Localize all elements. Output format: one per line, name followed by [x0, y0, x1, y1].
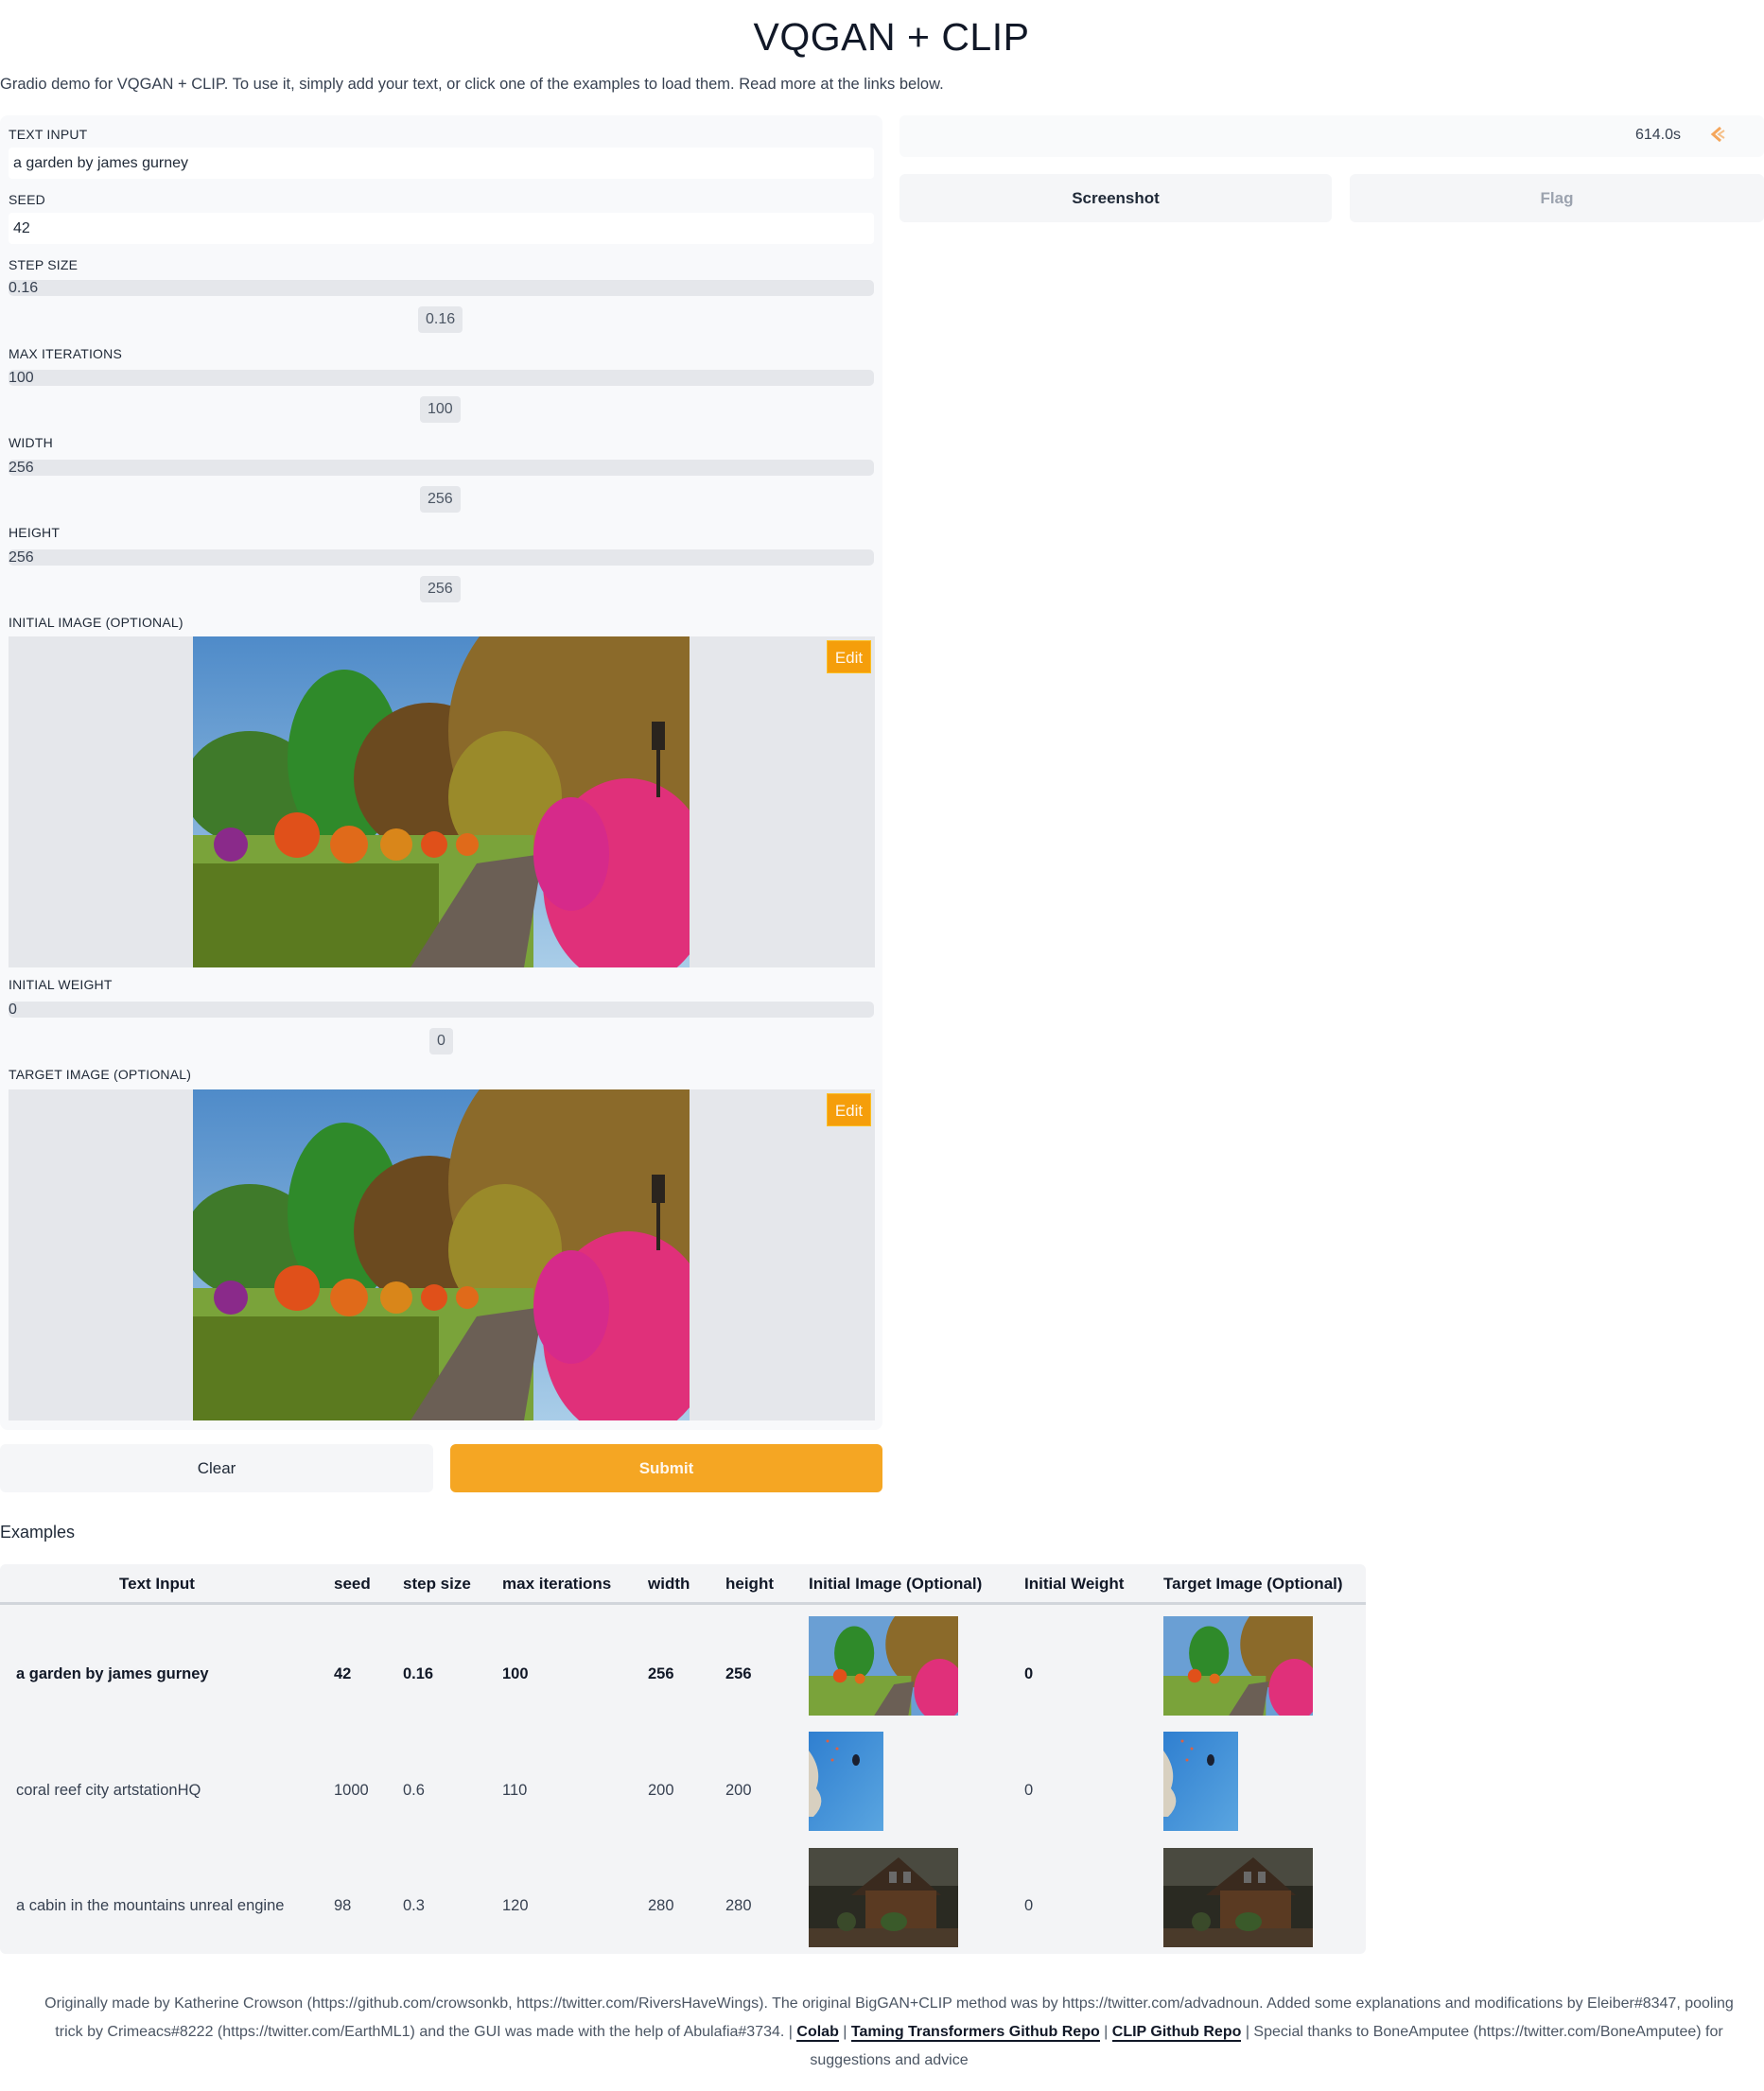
colab-link[interactable]: Colab: [796, 2024, 839, 2042]
garden-thumbnail: [1163, 1616, 1313, 1716]
cell-initial-weight: 0: [1024, 1665, 1034, 1682]
page-description: Gradio demo for VQGAN + CLIP. To use it,…: [0, 76, 944, 93]
garden-photo: [193, 636, 690, 967]
cell-text-input: coral reef city artstationHQ: [16, 1782, 201, 1799]
cell-max-iterations: 100: [502, 1665, 529, 1682]
garden-photo: [193, 1089, 690, 1420]
initial-weight-slider[interactable]: 0: [9, 1002, 874, 1018]
target-image-upload[interactable]: Edit: [9, 1089, 875, 1420]
examples-heading: Examples: [0, 1523, 76, 1542]
initial-weight-number[interactable]: 0: [429, 1028, 453, 1054]
page-title: VQGAN + CLIP: [753, 15, 1030, 59]
examples-table-header: Text Input seed step size max iterations…: [0, 1564, 1366, 1605]
seed-label: SEED: [9, 192, 45, 207]
cell-seed: 42: [334, 1665, 352, 1682]
col-header-height: height: [725, 1575, 774, 1593]
thumb-target-image: [1163, 1732, 1238, 1831]
initial-image-label: INITIAL IMAGE (OPTIONAL): [9, 615, 183, 630]
width-number[interactable]: 256: [420, 486, 461, 513]
cell-step-size: 0.6: [403, 1782, 425, 1799]
elapsed-timer: 614.0s: [1634, 127, 1681, 143]
clip-repo-link[interactable]: CLIP Github Repo: [1111, 2024, 1242, 2042]
text-input-field[interactable]: a garden by james gurney: [9, 148, 874, 179]
col-header-seed: seed: [334, 1575, 371, 1593]
col-header-step-size: step size: [403, 1575, 471, 1593]
cell-initial-weight: 0: [1024, 1897, 1034, 1914]
cell-text-input: a cabin in the mountains unreal engine: [16, 1897, 285, 1914]
target-image-preview: [193, 1089, 690, 1420]
col-header-width: width: [648, 1575, 690, 1593]
col-header-text-input: Text Input: [119, 1575, 195, 1593]
cell-height: 200: [725, 1782, 752, 1799]
max-iterations-slider-value: 100: [9, 370, 34, 386]
thumb-initial-image: [809, 1732, 883, 1831]
cell-width: 280: [648, 1897, 674, 1914]
step-size-label: STEP SIZE: [9, 257, 79, 272]
initial-weight-slider-value: 0: [9, 1002, 17, 1018]
cell-width: 200: [648, 1782, 674, 1799]
cell-step-size: 0.3: [403, 1897, 425, 1914]
submit-button[interactable]: Submit: [450, 1444, 882, 1492]
initial-weight-label: INITIAL WEIGHT: [9, 977, 113, 992]
input-panel: TEXT INPUT a garden by james gurney SEED…: [0, 115, 882, 1430]
cell-height: 256: [725, 1665, 752, 1682]
footer-separator: |: [1099, 2024, 1112, 2040]
step-size-slider[interactable]: 0.16: [9, 280, 874, 296]
cell-seed: 98: [334, 1897, 352, 1914]
height-number[interactable]: 256: [420, 576, 461, 602]
output-status: 614.0s: [899, 115, 1764, 157]
height-slider-value: 256: [9, 549, 34, 566]
initial-image-upload[interactable]: Edit: [9, 636, 875, 967]
cell-initial-weight: 0: [1024, 1782, 1034, 1799]
clear-button[interactable]: Clear: [0, 1444, 433, 1492]
seed-field[interactable]: 42: [9, 213, 874, 244]
cell-height: 280: [725, 1897, 752, 1914]
step-size-number[interactable]: 0.16: [418, 306, 463, 333]
width-label: WIDTH: [9, 435, 53, 450]
thumb-target-image: [1163, 1848, 1313, 1947]
cabin-thumbnail: [1163, 1848, 1313, 1947]
cell-max-iterations: 110: [502, 1782, 528, 1799]
step-size-slider-value: 0.16: [9, 280, 39, 296]
max-iterations-slider[interactable]: 100: [9, 370, 874, 386]
width-slider[interactable]: 256: [9, 460, 874, 476]
width-slider-value: 256: [9, 460, 34, 476]
height-slider[interactable]: 256: [9, 549, 874, 566]
taming-transformers-link[interactable]: Taming Transformers Github Repo: [850, 2024, 1100, 2042]
max-iterations-label: MAX ITERATIONS: [9, 346, 122, 361]
cell-width: 256: [648, 1665, 674, 1682]
garden-thumbnail: [809, 1616, 958, 1716]
thumb-initial-image: [809, 1848, 958, 1947]
target-image-edit-button[interactable]: Edit: [827, 1093, 871, 1126]
cell-step-size: 0.16: [403, 1665, 434, 1682]
max-iterations-number[interactable]: 100: [420, 396, 461, 423]
target-image-label: TARGET IMAGE (OPTIONAL): [9, 1067, 192, 1082]
cell-text-input: a garden by james gurney: [16, 1665, 209, 1682]
flag-button[interactable]: Flag: [1350, 174, 1764, 222]
col-header-target-image: Target Image (Optional): [1163, 1575, 1343, 1593]
text-input-label: TEXT INPUT: [9, 127, 88, 142]
cell-seed: 1000: [334, 1782, 369, 1799]
loading-spinner-icon: [1710, 126, 1725, 143]
coral-reef-thumbnail: [1163, 1732, 1238, 1831]
thumb-target-image: [1163, 1616, 1313, 1716]
examples-table: Text Input seed step size max iterations…: [0, 1564, 1366, 1954]
col-header-max-iterations: max iterations: [502, 1575, 612, 1593]
col-header-initial-image: Initial Image (Optional): [809, 1575, 983, 1593]
initial-image-preview: [193, 636, 690, 967]
screenshot-button[interactable]: Screenshot: [899, 174, 1332, 222]
thumb-initial-image: [809, 1616, 958, 1716]
col-header-initial-weight: Initial Weight: [1024, 1575, 1125, 1593]
footer-article: Originally made by Katherine Crowson (ht…: [38, 1990, 1740, 2075]
footer-separator: |: [838, 2024, 851, 2040]
cabin-thumbnail: [809, 1848, 958, 1947]
cell-max-iterations: 120: [502, 1897, 529, 1914]
coral-reef-thumbnail: [809, 1732, 883, 1831]
initial-image-edit-button[interactable]: Edit: [827, 640, 871, 673]
height-label: HEIGHT: [9, 525, 61, 540]
